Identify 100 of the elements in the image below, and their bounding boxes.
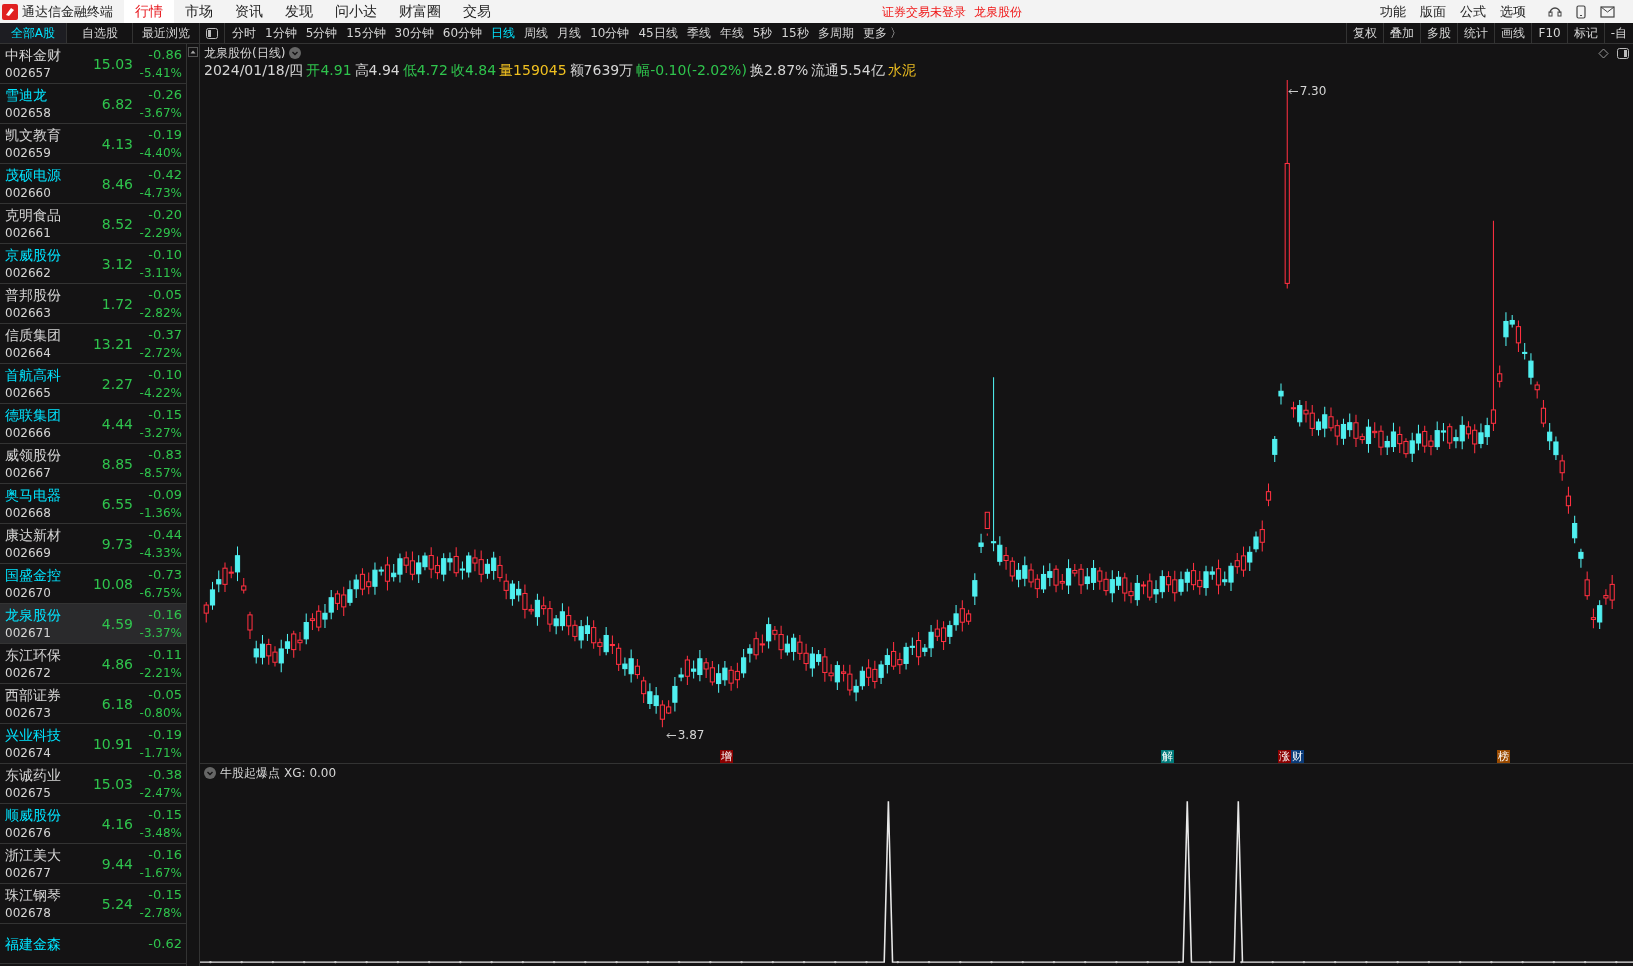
event-marker[interactable]: 解: [1161, 750, 1175, 763]
period-tab[interactable]: 月线: [557, 24, 582, 42]
period-tab[interactable]: 周线: [524, 24, 549, 42]
period-tab[interactable]: 季线: [686, 24, 711, 42]
stock-change: -0.11: [148, 645, 182, 664]
tool-button[interactable]: 标记: [1566, 23, 1604, 43]
stock-name: 兴业科技: [5, 725, 62, 744]
sidebar-toggle-icon[interactable]: [206, 27, 218, 39]
period-tab[interactable]: 年线: [719, 24, 744, 42]
nav-tab[interactable]: 财富圈: [388, 0, 452, 23]
stock-code: 002664: [5, 344, 52, 362]
stock-price: 9.44: [101, 855, 133, 872]
stock-change: -0.10: [148, 245, 182, 264]
event-marker[interactable]: 财: [1291, 750, 1305, 763]
nav-tab[interactable]: 发现: [274, 0, 324, 23]
mail-icon[interactable]: [1600, 5, 1615, 18]
stock-change: -0.16: [148, 605, 182, 624]
nav-tab[interactable]: 问小达: [324, 0, 388, 23]
period-tab[interactable]: 更多 〉: [862, 24, 903, 42]
menu-item[interactable]: 公式: [1460, 1, 1486, 22]
stock-code: 002675: [5, 784, 52, 802]
stock-name: 普邦股份: [5, 285, 62, 304]
stock-code: 002663: [5, 304, 52, 322]
stock-change-percent: -3.11%: [139, 264, 182, 282]
tool-button[interactable]: 统计: [1457, 23, 1495, 43]
menu-item[interactable]: 选项: [1500, 1, 1526, 22]
stock-change: -0.26: [148, 85, 182, 104]
tool-button[interactable]: 画线: [1494, 23, 1532, 43]
arrow-left-icon: [1287, 87, 1298, 95]
stock-row[interactable]: 福建金森 -0.62: [0, 924, 186, 964]
period-tab[interactable]: 45日线: [638, 24, 678, 42]
period-tab[interactable]: 60分钟: [442, 24, 483, 42]
stock-change: -0.42: [148, 165, 182, 184]
stock-code: 002657: [5, 64, 52, 82]
tool-button[interactable]: F10: [1531, 23, 1567, 43]
stock-price: 4.13: [101, 135, 133, 152]
chevron-down-icon[interactable]: [289, 47, 302, 59]
event-marker[interactable]: 涨: [1277, 750, 1291, 763]
high-price-label: 7.30: [1299, 83, 1327, 101]
stock-name: 信质集团: [5, 325, 62, 344]
stock-change-percent: -3.37%: [139, 624, 182, 642]
nav-tab[interactable]: 行情: [124, 0, 174, 23]
stock-price: 10.91: [92, 735, 133, 752]
stock-code: 002661: [5, 224, 52, 242]
period-tab[interactable]: 15秒: [781, 24, 809, 42]
scroll-up-icon[interactable]: [188, 47, 198, 57]
stock-change-percent: -3.67%: [139, 104, 182, 122]
period-tab[interactable]: 多周期: [817, 24, 854, 42]
quote-field: 量159045: [499, 59, 567, 81]
stock-name: 京威股份: [5, 245, 62, 264]
chevron-down-icon[interactable]: [204, 767, 216, 779]
stock-code: 002676: [5, 824, 52, 842]
stock-name: 国盛金控: [5, 565, 62, 584]
stock-change: -0.09: [148, 485, 182, 504]
nav-tab[interactable]: 市场: [174, 0, 224, 23]
stock-code: 002672: [5, 664, 52, 682]
stock-price: 15.03: [92, 775, 133, 792]
app-title: 通达信金融终端: [22, 2, 113, 21]
panel-toggle-icon[interactable]: [1617, 47, 1629, 59]
stock-name: 中科金财: [5, 45, 62, 64]
quote-field: 收4.84: [450, 59, 497, 81]
stock-change-percent: -1.71%: [139, 744, 182, 762]
stock-change: -0.15: [148, 805, 182, 824]
list-tab[interactable]: 自选股: [66, 23, 134, 43]
menu-item[interactable]: 版面: [1420, 1, 1446, 22]
menu-item[interactable]: 功能: [1380, 1, 1406, 22]
phone-icon[interactable]: [1576, 4, 1586, 19]
stock-code: 002658: [5, 104, 52, 122]
stock-price: 9.73: [101, 535, 133, 552]
period-tab[interactable]: 10分钟: [590, 24, 630, 42]
period-tab[interactable]: 5秒: [752, 24, 773, 42]
stock-code: 002660: [5, 184, 52, 202]
stock-name: 浙江美大: [5, 845, 62, 864]
period-tab[interactable]: 分时: [232, 24, 256, 42]
tool-button[interactable]: 复权: [1346, 23, 1384, 43]
list-tab[interactable]: 全部A股: [0, 23, 67, 43]
event-marker[interactable]: 增: [719, 750, 733, 763]
stock-price: 8.85: [101, 455, 133, 472]
period-tab[interactable]: 日线: [491, 24, 516, 42]
nav-tab[interactable]: 交易: [452, 0, 502, 23]
period-tab[interactable]: 1分钟: [265, 24, 297, 42]
arrow-left-icon: [665, 731, 676, 739]
event-marker[interactable]: 榜: [1496, 750, 1510, 763]
tool-button[interactable]: -自: [1603, 23, 1633, 43]
period-tab[interactable]: 30分钟: [394, 24, 434, 42]
nav-tab[interactable]: 资讯: [224, 0, 274, 23]
stock-change: -0.19: [148, 725, 182, 744]
tool-button[interactable]: 多股: [1420, 23, 1458, 43]
diamond-icon[interactable]: [1598, 47, 1609, 59]
stock-name: 珠江钢琴: [5, 885, 62, 904]
tool-button[interactable]: 叠加: [1383, 23, 1421, 43]
scrollbar[interactable]: [186, 44, 200, 966]
list-tab[interactable]: 最近浏览: [133, 23, 200, 43]
period-tab[interactable]: 15分钟: [346, 24, 386, 42]
quote-field: 幅-0.10(-2.02%): [636, 59, 747, 81]
period-tab[interactable]: 5分钟: [305, 24, 338, 42]
stock-price: 5.24: [101, 895, 133, 912]
stock-change-percent: -3.27%: [139, 424, 182, 442]
headset-icon[interactable]: [1548, 4, 1562, 19]
stock-price: 6.55: [101, 495, 133, 512]
